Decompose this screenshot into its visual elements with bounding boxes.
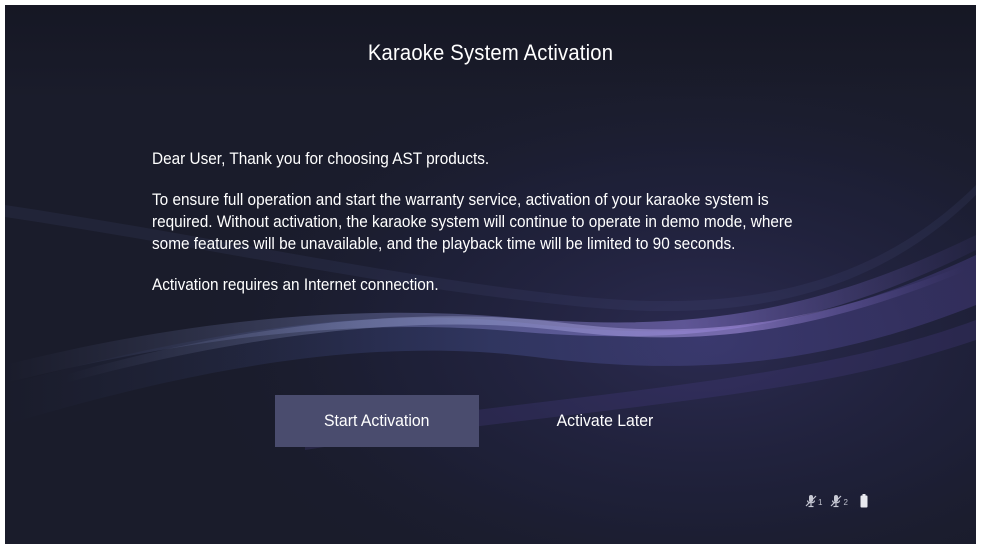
battery-icon <box>860 494 868 508</box>
start-activation-button[interactable]: Start Activation <box>275 395 479 447</box>
activate-later-button[interactable]: Activate Later <box>500 395 710 447</box>
status-indicators: 1 2 <box>805 490 868 512</box>
microphone-2-number: 2 <box>843 498 848 507</box>
start-activation-label: Start Activation <box>324 411 430 430</box>
microphone-1-number: 1 <box>818 498 823 507</box>
microphone-off-icon <box>831 495 842 508</box>
activate-later-label: Activate Later <box>556 411 654 430</box>
activation-screen: Karaoke System Activation Dear User, Tha… <box>5 5 976 544</box>
greeting-text: Dear User, Thank you for choosing AST pr… <box>152 150 490 168</box>
microphone-2-status: 2 <box>830 494 848 508</box>
microphone-1-status: 1 <box>805 494 822 508</box>
microphone-off-icon <box>805 495 817 508</box>
dialog-title: Karaoke System Activation <box>367 40 614 65</box>
activation-info-text: To ensure full operation and start the w… <box>152 191 793 253</box>
activation-message: Dear User, Thank you for choosing AST pr… <box>152 148 872 315</box>
internet-requirement-text: Activation requires an Internet connecti… <box>152 276 439 294</box>
